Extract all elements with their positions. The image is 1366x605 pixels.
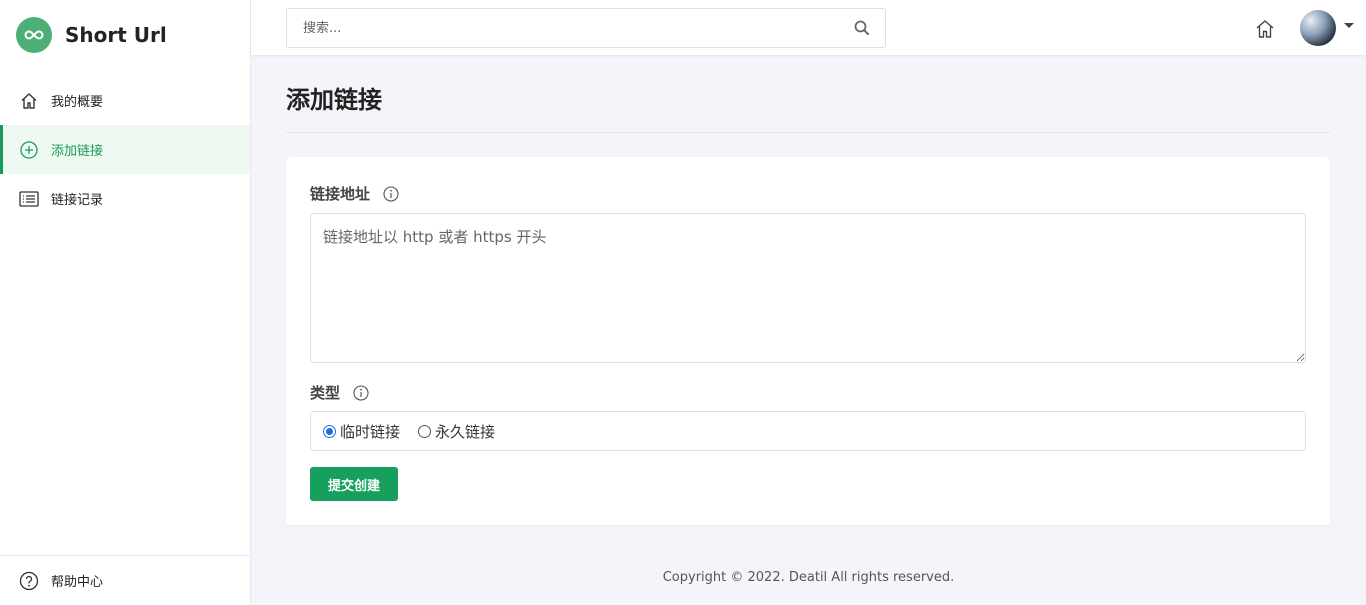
plus-circle-icon [19, 140, 39, 160]
sidebar-item-add-link[interactable]: 添加链接 [0, 125, 250, 174]
radio-button-checked[interactable] [323, 424, 336, 438]
topbar [251, 0, 1366, 55]
footer-copyright: Copyright © 2022. Deatil All rights rese… [662, 570, 955, 585]
search-input[interactable] [287, 9, 827, 47]
divider [286, 132, 1330, 133]
search-box [286, 8, 886, 48]
search-icon[interactable] [853, 19, 871, 37]
radio-label: 永久链接 [435, 422, 496, 441]
sidebar-item-link-records[interactable]: 链接记录 [0, 174, 250, 223]
radio-temporary-link[interactable]: 临时链接 [323, 421, 400, 442]
sidebar-item-overview[interactable]: 我的概要 [0, 76, 250, 125]
sidebar-item-help[interactable]: 帮助中心 [0, 555, 250, 605]
brand[interactable]: Short Url [0, 0, 250, 69]
sidebar-item-label: 添加链接 [51, 144, 104, 159]
type-label-text: 类型 [310, 384, 341, 402]
page-title: 添加链接 [286, 86, 382, 114]
avatar[interactable] [1300, 10, 1336, 46]
radio-label: 临时链接 [340, 422, 401, 441]
help-circle-icon [19, 571, 39, 591]
list-icon [19, 189, 39, 209]
type-radio-group: 临时链接 永久链接 [310, 411, 1306, 451]
home-icon[interactable] [1254, 18, 1276, 40]
info-icon[interactable] [383, 185, 399, 202]
sidebar: Short Url 我的概要 添加链接 链接记录 帮助中心 [0, 0, 251, 605]
radio-permanent-link[interactable]: 永久链接 [418, 421, 495, 442]
type-field-label: 类型 [310, 382, 369, 403]
sidebar-item-label: 帮助中心 [51, 575, 104, 590]
radio-button[interactable] [418, 424, 432, 438]
sidebar-item-label: 我的概要 [51, 95, 104, 110]
home-icon [19, 91, 39, 111]
add-link-form: 链接地址 类型 临时链接 永久链接 提交创建 [286, 157, 1330, 525]
infinity-logo-icon [16, 16, 52, 53]
url-field-label: 链接地址 [310, 183, 399, 204]
chevron-down-icon[interactable] [1344, 23, 1354, 28]
submit-create-button[interactable]: 提交创建 [310, 467, 398, 501]
sidebar-item-label: 链接记录 [51, 193, 104, 208]
info-icon[interactable] [353, 384, 369, 401]
url-label-text: 链接地址 [310, 185, 371, 203]
brand-name: Short Url [65, 22, 167, 47]
url-textarea[interactable] [310, 213, 1306, 363]
